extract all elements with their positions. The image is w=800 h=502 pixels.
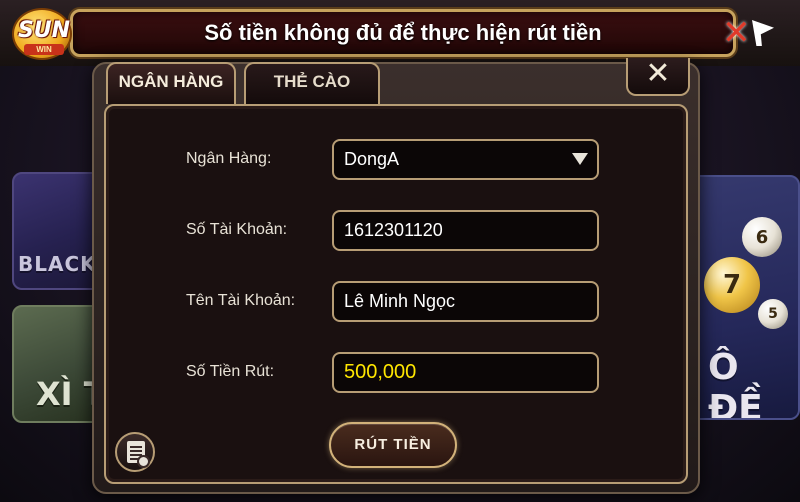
lottery-ball: 6 bbox=[742, 217, 782, 257]
bank-select[interactable]: DongA bbox=[332, 139, 599, 180]
tab-bank[interactable]: NGÂN HÀNG bbox=[106, 62, 236, 104]
arrow-icon bbox=[752, 20, 774, 46]
lottery-ball: 5 bbox=[758, 299, 788, 329]
account-name-label: Tên Tài Khoản: bbox=[186, 292, 296, 309]
tab-card[interactable]: THẺ CÀO bbox=[244, 62, 380, 104]
withdraw-button[interactable]: RÚT TIỀN bbox=[329, 422, 457, 468]
game-tile-lo-de[interactable]: 6 7 5 Ô ĐỀ bbox=[690, 175, 800, 420]
amount-label: Số Tiền Rút: bbox=[186, 363, 275, 380]
clock-icon bbox=[137, 455, 150, 468]
x-mark-icon: ✕ bbox=[722, 13, 751, 53]
game-tile-label: Ô ĐỀ bbox=[708, 347, 763, 420]
game-tile-label: BLACK bbox=[18, 252, 97, 276]
logo-text: SUN bbox=[17, 18, 71, 43]
account-number-label: Số Tài Khoản: bbox=[186, 221, 288, 238]
x-arrow-icon[interactable]: ✕ bbox=[722, 14, 782, 52]
account-name-input[interactable]: Lê Minh Ngọc bbox=[332, 281, 599, 322]
lottery-ball: 7 bbox=[704, 257, 760, 313]
history-button[interactable] bbox=[115, 432, 155, 472]
close-icon: ✕ bbox=[645, 56, 671, 91]
close-button[interactable]: ✕ bbox=[626, 58, 690, 96]
banner-message: Số tiền không đủ để thực hiện rút tiền bbox=[204, 20, 602, 45]
logo: SUN WIN bbox=[8, 4, 80, 64]
account-number-input[interactable]: 1612301120 bbox=[332, 210, 599, 251]
amount-input[interactable]: 500,000 bbox=[332, 352, 599, 393]
bank-label: Ngân Hàng: bbox=[186, 150, 272, 167]
logo-subtext: WIN bbox=[24, 44, 64, 55]
